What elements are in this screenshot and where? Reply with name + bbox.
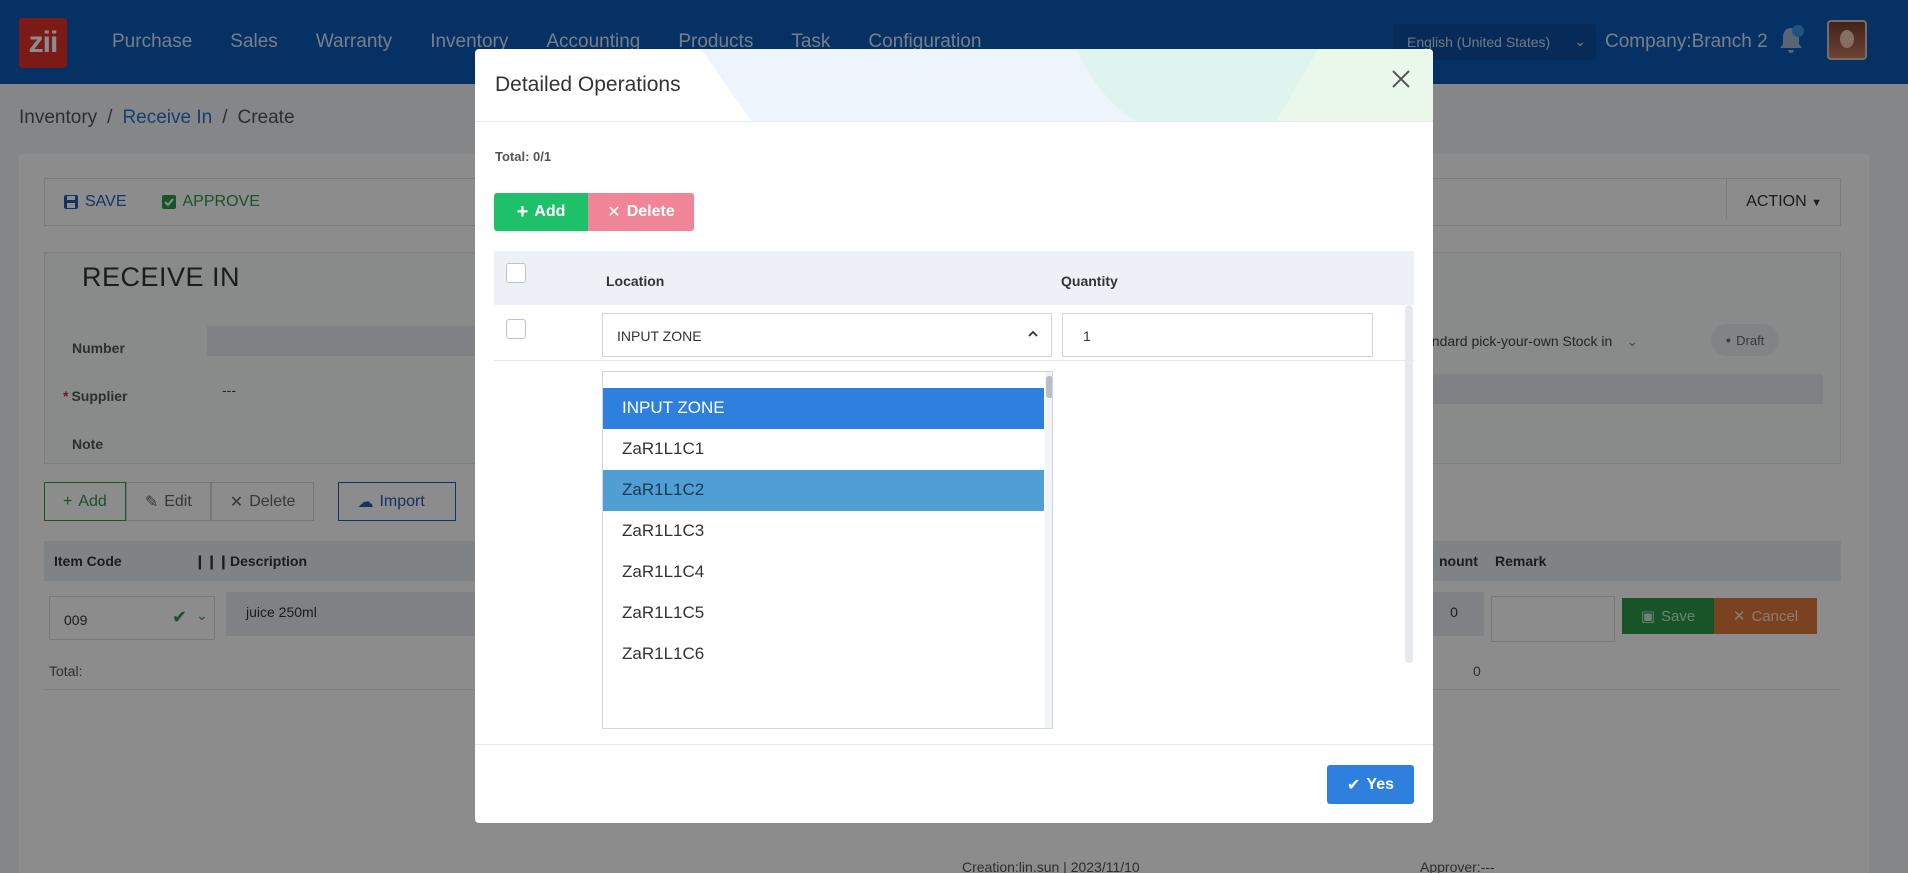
dropdown-scrollbar[interactable] [1045, 372, 1052, 728]
chevron-up-icon [1028, 330, 1038, 337]
modal-add-label: Add [534, 203, 566, 220]
dropdown-option[interactable]: ZaR1L1C4 [603, 552, 1044, 593]
col-location: Location [606, 273, 665, 289]
x-icon: ✕ [607, 204, 621, 221]
modal-total-count: Total: 0/1 [495, 149, 552, 164]
dropdown-option[interactable]: ZaR1L1C1 [603, 429, 1044, 470]
check-icon: ✔ [1347, 776, 1361, 794]
detailed-operations-modal: Detailed Operations Total: 0/1 + Add ✕ D… [475, 49, 1433, 823]
dropdown-option[interactable]: ZaR1L1C3 [603, 511, 1044, 552]
dropdown-option[interactable]: INPUT ZONE [603, 388, 1044, 429]
location-value: INPUT ZONE [617, 328, 702, 344]
close-icon[interactable] [1387, 65, 1415, 93]
modal-delete-label: Delete [626, 203, 675, 220]
modal-add-button[interactable]: + Add [494, 193, 588, 231]
modal-header: Detailed Operations [475, 49, 1433, 122]
table-row: INPUT ZONE 1 [494, 305, 1414, 361]
dropdown-option[interactable]: ZaR1L1C2 [603, 470, 1044, 511]
col-quantity: Quantity [1061, 273, 1118, 289]
dropdown-scroll-thumb[interactable] [1046, 376, 1052, 398]
row-checkbox[interactable] [506, 319, 526, 339]
dropdown-option[interactable]: ZaR1L1C5 [603, 593, 1044, 634]
operations-table-header: Location Quantity [494, 251, 1414, 305]
modal-delete-button[interactable]: ✕ Delete [588, 193, 694, 231]
dropdown-option[interactable]: ZaR1L1C6 [603, 634, 1044, 675]
location-select[interactable]: INPUT ZONE [602, 313, 1052, 357]
yes-label: Yes [1366, 775, 1394, 793]
modal-footer-divider [475, 744, 1433, 745]
plus-icon: + [516, 200, 529, 223]
select-all-checkbox[interactable] [506, 263, 526, 283]
table-scrollbar[interactable] [1405, 305, 1413, 663]
yes-button[interactable]: ✔ Yes [1327, 765, 1414, 804]
quantity-input[interactable]: 1 [1062, 313, 1373, 357]
modal-title: Detailed Operations [495, 73, 681, 96]
location-dropdown: INPUT ZONE ZaR1L1C1 ZaR1L1C2 ZaR1L1C3 Za… [602, 371, 1053, 729]
